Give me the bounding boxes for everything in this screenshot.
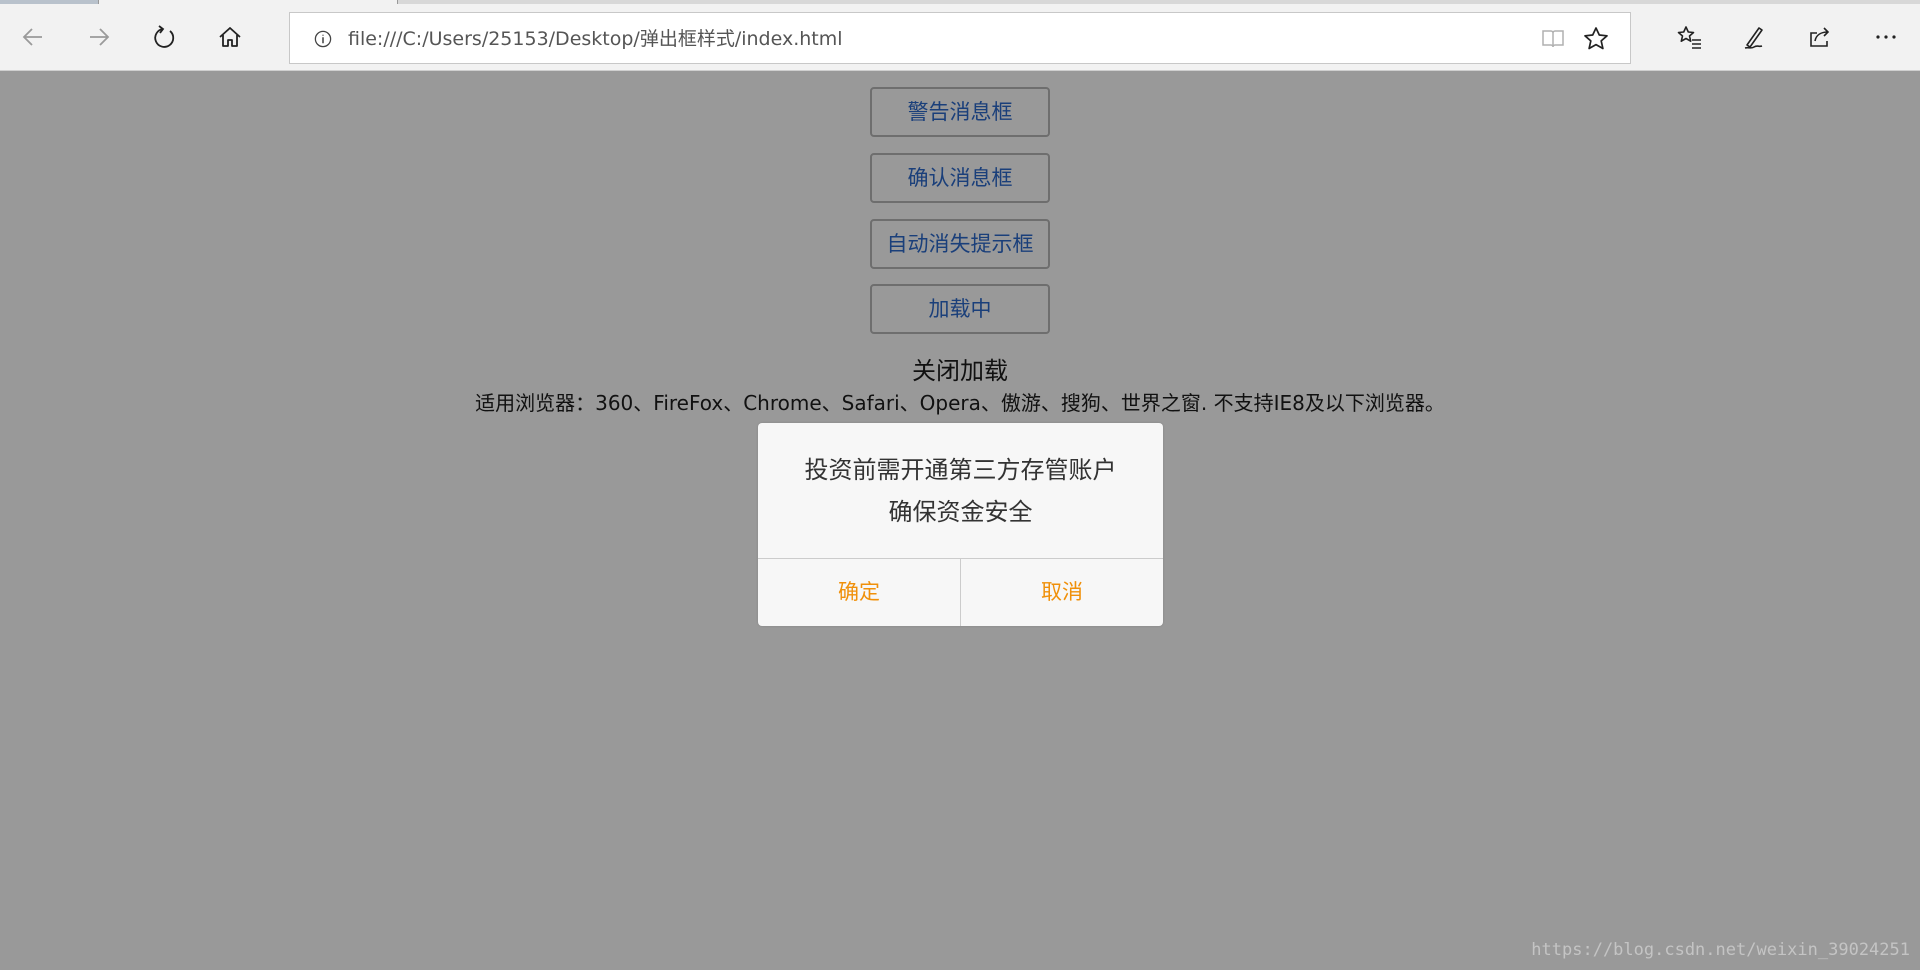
dialog-message-line-2: 确保资金安全: [888, 497, 1033, 526]
refresh-icon: [154, 25, 175, 48]
browser-support-note: 适用浏览器：360、FireFox、Chrome、Safari、Opera、傲游…: [475, 391, 1445, 415]
share-button[interactable]: [1800, 17, 1840, 57]
favorite-star-icon[interactable]: [1582, 25, 1610, 53]
home-icon: [219, 27, 241, 47]
reading-view-icon[interactable]: [1540, 26, 1566, 52]
forward-button[interactable]: [79, 17, 119, 57]
browser-toolbar: file:///C:/Users/25153/Desktop/弹出框样式/ind…: [0, 4, 1920, 71]
loading-button[interactable]: 加载中: [870, 284, 1050, 334]
cancel-button[interactable]: 取消: [961, 559, 1163, 626]
back-icon: [22, 28, 42, 46]
refresh-button[interactable]: [145, 17, 185, 57]
auto-dismiss-toast-button[interactable]: 自动消失提示框: [870, 219, 1050, 269]
pen-icon: [1744, 27, 1763, 49]
dialog-message-line-1: 投资前需开通第三方存管账户: [804, 455, 1117, 484]
dialog-footer: 确定 取消: [758, 559, 1163, 626]
alert-box-button[interactable]: 警告消息框: [870, 87, 1050, 137]
url-text[interactable]: file:///C:/Users/25153/Desktop/弹出框样式/ind…: [348, 27, 843, 51]
info-icon[interactable]: [310, 26, 336, 52]
back-button[interactable]: [13, 17, 53, 57]
confirm-box-button[interactable]: 确认消息框: [870, 153, 1050, 203]
more-button[interactable]: [1866, 17, 1906, 57]
address-bar[interactable]: file:///C:/Users/25153/Desktop/弹出框样式/ind…: [289, 12, 1631, 64]
watermark: https://blog.csdn.net/weixin_39024251: [1531, 940, 1910, 960]
favorites-list-icon: [1677, 26, 1701, 49]
pen-button[interactable]: [1735, 17, 1775, 57]
favorites-list-button[interactable]: [1670, 17, 1710, 57]
more-icon: [1876, 35, 1896, 39]
home-button[interactable]: [210, 17, 250, 57]
ok-button[interactable]: 确定: [758, 559, 961, 626]
close-loading-link[interactable]: 关闭加载: [860, 351, 1060, 391]
share-icon: [1810, 27, 1830, 47]
confirm-dialog: 投资前需开通第三方存管账户 确保资金安全 确定 取消: [758, 423, 1163, 626]
dialog-message: 投资前需开通第三方存管账户 确保资金安全: [758, 423, 1163, 559]
forward-icon: [90, 28, 110, 46]
